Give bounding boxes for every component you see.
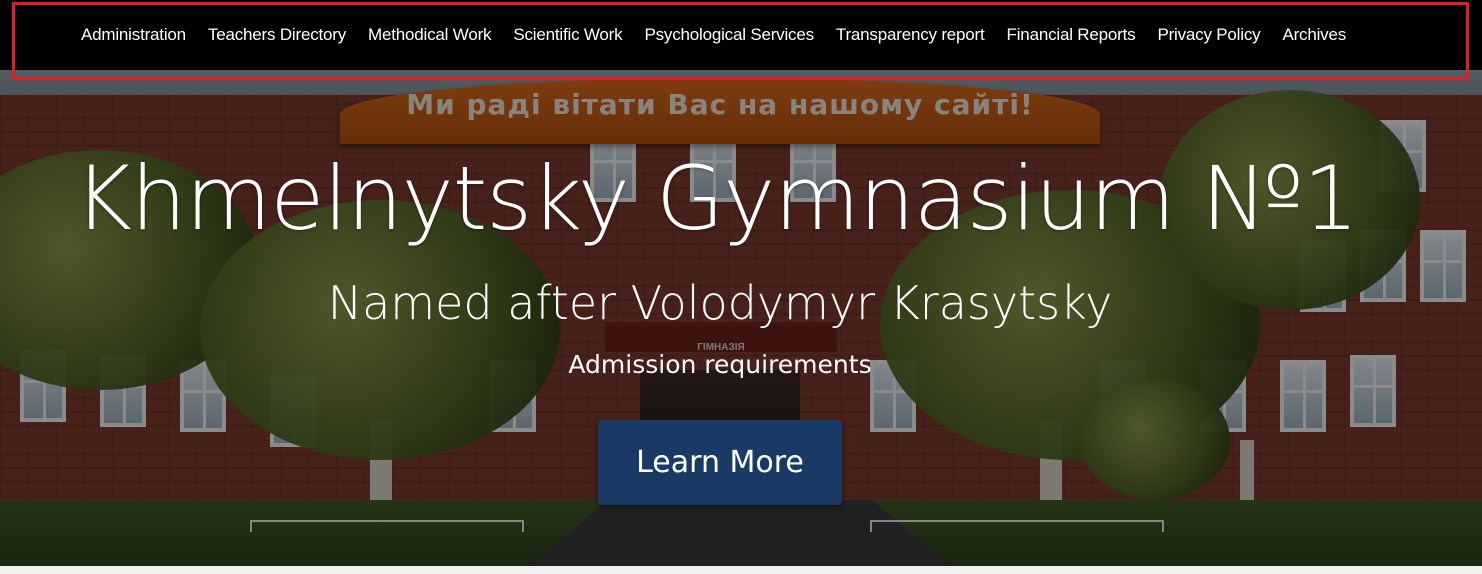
nav-item-transparency-report[interactable]: Transparency report [825,25,996,45]
nav-item-administration[interactable]: Administration [70,25,197,45]
learn-more-button[interactable]: Learn More [598,420,842,505]
top-navigation-bar: Administration Teachers Directory Method… [0,0,1482,70]
page-title: Khmelnytsky Gymnasium №1 [74,147,1359,250]
page-subtitle: Named after Volodymyr Krasytsky [327,276,1113,330]
nav-menu: Administration Teachers Directory Method… [70,0,1357,70]
nav-item-teachers-directory[interactable]: Teachers Directory [197,25,357,45]
nav-item-scientific-work[interactable]: Scientific Work [502,25,633,45]
admission-requirements-link[interactable]: Admission requirements [0,350,1440,380]
nav-item-methodical-work[interactable]: Methodical Work [357,25,502,45]
nav-item-privacy-policy[interactable]: Privacy Policy [1146,25,1271,45]
page-edge-strip [0,566,1482,574]
nav-item-psychological-services[interactable]: Psychological Services [633,25,824,45]
nav-item-archives[interactable]: Archives [1271,25,1357,45]
nav-item-financial-reports[interactable]: Financial Reports [996,25,1147,45]
